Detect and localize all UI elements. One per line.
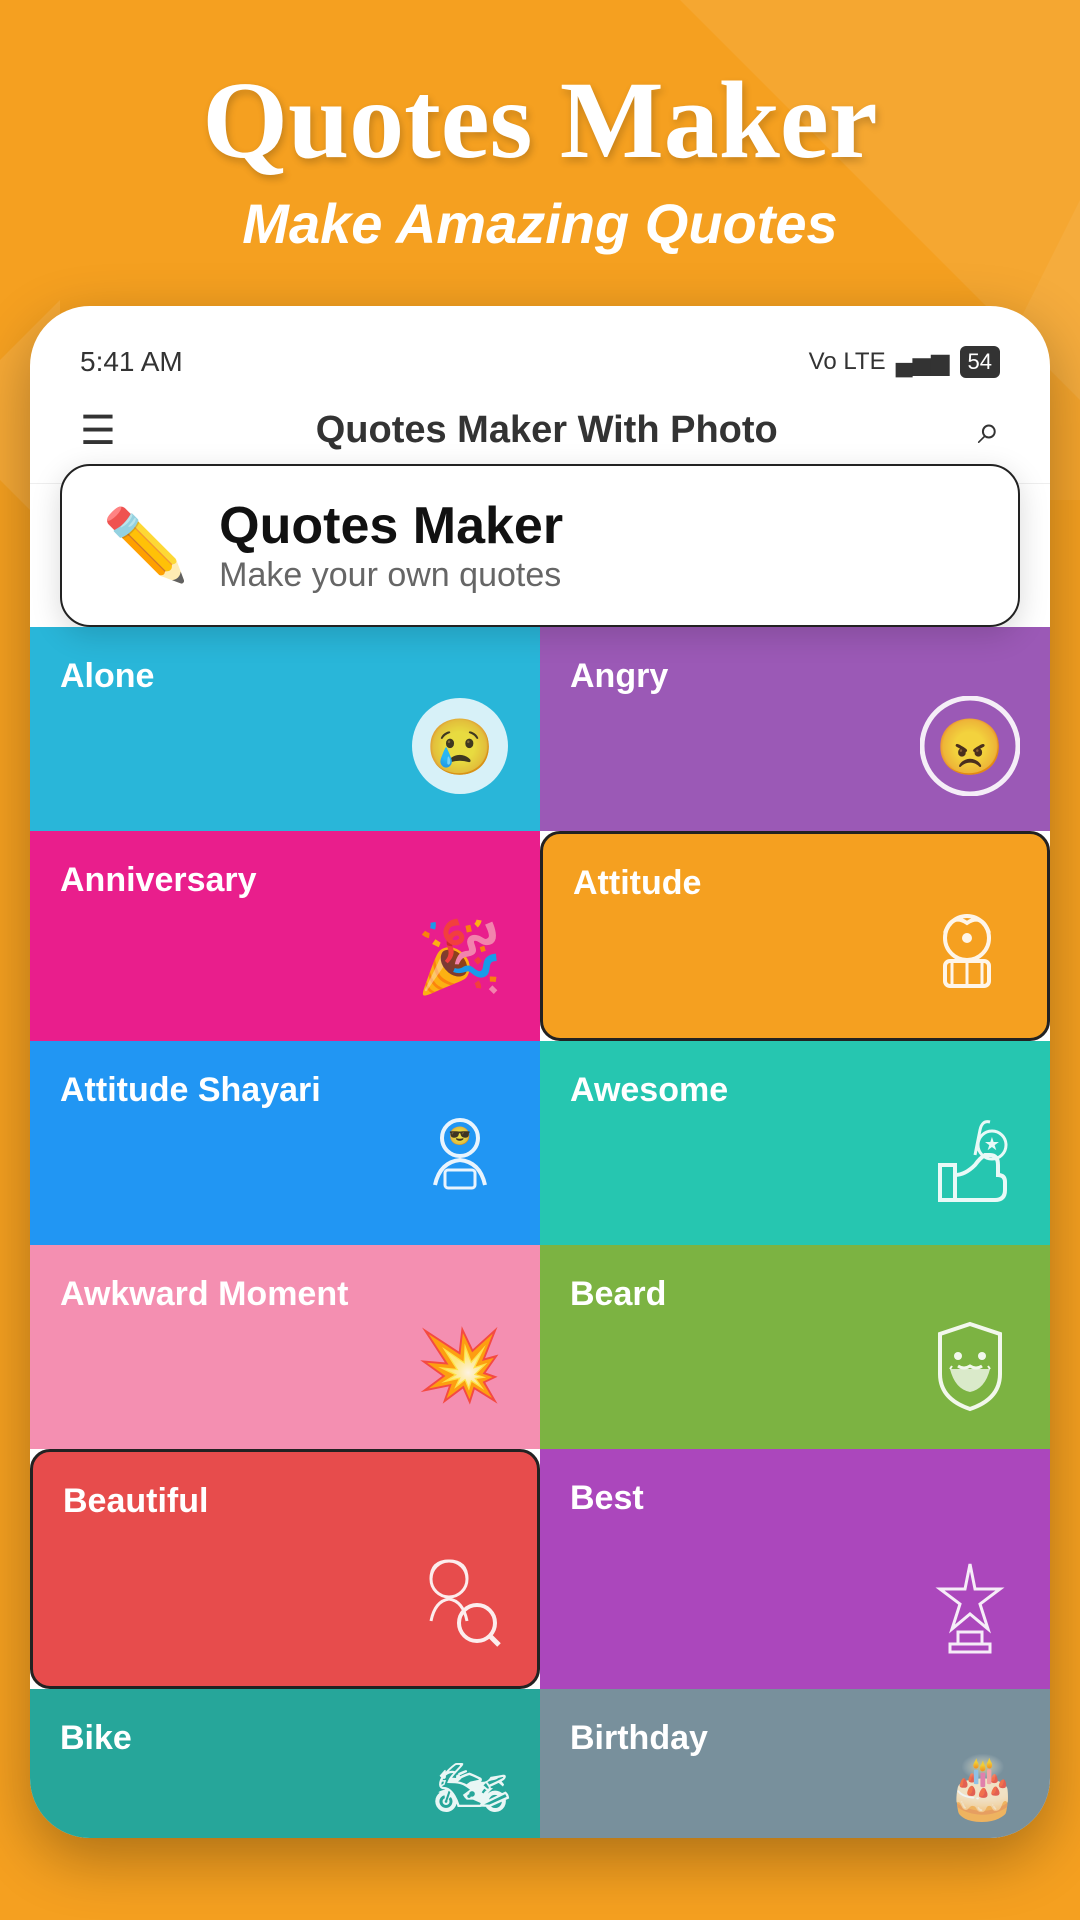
category-alone[interactable]: Alone 😢: [30, 627, 540, 831]
cat-icon-attitude: [917, 903, 1017, 1018]
svg-text:😢: 😢: [426, 716, 494, 778]
cat-label-beard: Beard: [570, 1275, 1020, 1314]
category-awesome[interactable]: Awesome ★: [540, 1041, 1050, 1245]
cat-label-bike: Bike: [60, 1719, 510, 1758]
svg-text:💥: 💥: [416, 1325, 503, 1407]
cat-icon-awesome: ★: [920, 1110, 1020, 1225]
cat-icon-angry: 😠: [920, 696, 1020, 811]
cat-label-attitude: Attitude: [573, 864, 1017, 903]
app-bar-title: Quotes Maker With Photo: [316, 409, 778, 452]
cat-label-awesome: Awesome: [570, 1071, 1020, 1110]
cat-label-angry: Angry: [570, 657, 1020, 696]
status-bar: 5:41 AM Vo LTE ▄▅▆ 54: [30, 336, 1050, 388]
battery-indicator: 54: [960, 346, 1000, 378]
app-title: Quotes Maker: [40, 60, 1040, 181]
category-attitude[interactable]: Attitude: [540, 831, 1050, 1041]
featured-title: Quotes Maker: [219, 496, 563, 556]
status-right: Vo LTE ▄▅▆ 54: [809, 346, 1000, 378]
cat-label-birthday: Birthday: [570, 1719, 1020, 1758]
category-birthday[interactable]: Birthday 🎂: [540, 1689, 1050, 1838]
phone-mockup: 5:41 AM Vo LTE ▄▅▆ 54 ☰ Quotes Maker Wit…: [30, 306, 1050, 1838]
bottom-partial-row: Bike 🏍 Birthday 🎂: [30, 1689, 1050, 1838]
featured-card[interactable]: ✏️ Quotes Maker Make your own quotes: [60, 464, 1020, 627]
categories-grid: Alone 😢 Angry 😠: [30, 627, 1050, 1449]
category-bike[interactable]: Bike 🏍: [30, 1689, 540, 1838]
bottom-row: Beautiful Best: [30, 1449, 1050, 1689]
hamburger-menu-icon[interactable]: ☰: [80, 411, 116, 451]
category-beautiful[interactable]: Beautiful: [30, 1449, 540, 1689]
cat-label-anniversary: Anniversary: [60, 861, 510, 900]
svg-text:😠: 😠: [936, 716, 1004, 778]
svg-text:😎: 😎: [449, 1126, 471, 1146]
app-subtitle: Make Amazing Quotes: [40, 191, 1040, 256]
search-button[interactable]: ⌕: [978, 408, 1000, 453]
cat-label-attitude-shayari: Attitude Shayari: [60, 1071, 510, 1110]
cat-icon-attitude-shayari: 😎: [410, 1110, 510, 1225]
cat-icon-bike: 🏍: [434, 1758, 510, 1818]
cat-icon-best: [920, 1554, 1020, 1669]
svg-text:★: ★: [984, 1134, 1000, 1154]
cat-icon-beautiful: [407, 1551, 507, 1666]
category-best[interactable]: Best: [540, 1449, 1050, 1689]
cat-label-best: Best: [570, 1479, 1020, 1518]
category-anniversary[interactable]: Anniversary 🎉: [30, 831, 540, 1041]
cat-label-awkward: Awkward Moment: [60, 1275, 510, 1314]
cat-icon-birthday: 🎂: [945, 1758, 1020, 1818]
status-time: 5:41 AM: [80, 346, 183, 378]
svg-text:🎉: 🎉: [416, 917, 503, 999]
network-icon: Vo LTE: [809, 348, 886, 376]
category-angry[interactable]: Angry 😠: [540, 627, 1050, 831]
cat-icon-beard: [920, 1314, 1020, 1429]
featured-card-text: Quotes Maker Make your own quotes: [219, 496, 563, 595]
category-beard[interactable]: Beard: [540, 1245, 1050, 1449]
cat-icon-awkward: 💥: [410, 1314, 510, 1429]
cat-label-alone: Alone: [60, 657, 510, 696]
cat-icon-anniversary: 🎉: [410, 906, 510, 1021]
featured-subtitle: Make your own quotes: [219, 556, 563, 595]
signal-bars: ▄▅▆: [896, 348, 950, 377]
category-awkward[interactable]: Awkward Moment 💥: [30, 1245, 540, 1449]
category-attitude-shayari[interactable]: Attitude Shayari 😎: [30, 1041, 540, 1245]
pencil-icon: ✏️: [102, 505, 189, 587]
cat-label-beautiful: Beautiful: [63, 1482, 507, 1521]
cat-icon-alone: 😢: [410, 696, 510, 811]
